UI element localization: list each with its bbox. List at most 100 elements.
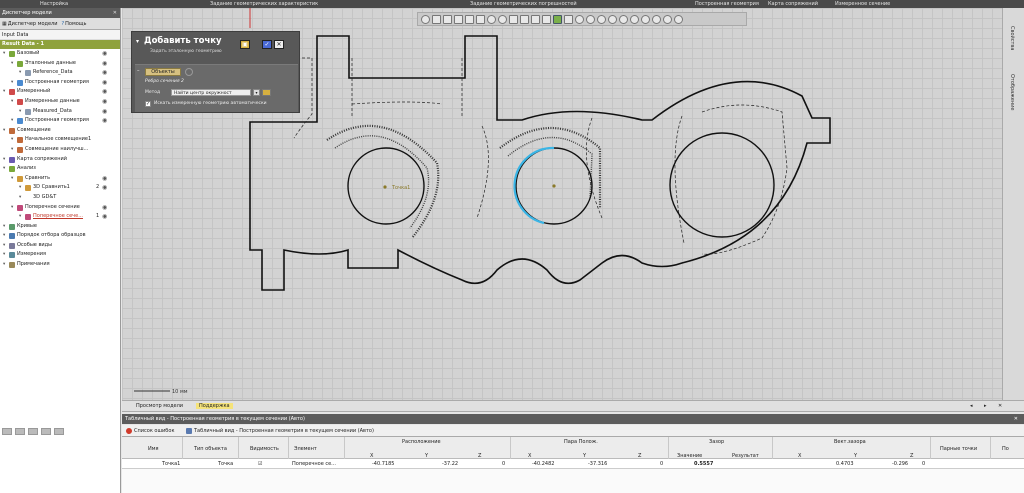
tree-item[interactable]: ▾ 3D GD&T	[0, 193, 120, 203]
visibility-eye-icon[interactable]: ◉	[102, 59, 107, 69]
tree-item[interactable]: ▾ Измеренные данные ◉	[0, 97, 120, 107]
expand-icon[interactable]: ▾	[3, 155, 5, 165]
tree-item[interactable]: ▾ 3D Сравнить1 2 ◉	[0, 183, 120, 193]
visibility-eye-icon[interactable]: ◉	[102, 68, 107, 78]
tree-item[interactable]: ▾ Поперечное сечение ◉	[0, 203, 120, 213]
tab-model-manager[interactable]: ▦ Диспетчер модели	[2, 21, 58, 27]
center-point-left[interactable]	[383, 185, 387, 189]
expand-icon[interactable]: ▾	[19, 107, 21, 117]
tree-item[interactable]: ▾ Базовый ◉	[0, 49, 120, 59]
expand-icon[interactable]: ▾	[3, 260, 5, 270]
tree-item[interactable]: ▾ Анализ	[0, 164, 120, 174]
input-data-header[interactable]: Input Data	[0, 30, 120, 40]
section-collapse-icon[interactable]: –	[137, 68, 140, 74]
visibility-eye-icon[interactable]: ◉	[102, 116, 107, 126]
panel-button-icon[interactable]	[41, 428, 51, 435]
menu-constructed-geometry[interactable]: Построенная геометрия	[695, 1, 759, 7]
tab-model-view[interactable]: Просмотр модели	[136, 403, 183, 409]
cancel-button[interactable]: ✕	[274, 40, 284, 49]
expand-icon[interactable]: ▾	[3, 87, 5, 97]
tree-item[interactable]: ▾ Измерения	[0, 250, 120, 260]
tree-item[interactable]: ▾ Порядок отбора образцов	[0, 231, 120, 241]
edge-field[interactable]: Ребро сечения 2	[145, 79, 184, 84]
confirm-button[interactable]: ✓	[262, 40, 272, 49]
expand-icon[interactable]: ▾	[11, 59, 13, 69]
expand-icon[interactable]: ▾	[11, 203, 13, 213]
menu-measured-section[interactable]: Измеренное сечение	[835, 1, 890, 7]
visibility-eye-icon[interactable]: ◉	[102, 174, 107, 184]
expand-icon[interactable]: ▾	[3, 241, 5, 251]
tab-error-list[interactable]: Список ошибок	[134, 428, 174, 434]
expand-icon[interactable]: ▾	[3, 250, 5, 260]
collapse-icon[interactable]: ▾	[136, 38, 139, 45]
column-header-visibility[interactable]: Видимость	[250, 446, 279, 452]
tab-help[interactable]: ? Помощь	[62, 21, 87, 27]
auto-search-checkbox[interactable]: ✓	[145, 101, 151, 107]
visibility-eye-icon[interactable]: ◉	[102, 212, 107, 222]
center-point-middle[interactable]	[552, 184, 556, 188]
tree-item[interactable]: ▾ Сравнить ◉	[0, 174, 120, 184]
tab-table-view[interactable]: Табличный вид - Построенная геометрия в …	[194, 428, 374, 434]
expand-icon[interactable]: ▾	[11, 135, 13, 145]
tree-item[interactable]: ▾ Примечания	[0, 260, 120, 270]
visibility-eye-icon[interactable]: ◉	[102, 87, 107, 97]
expand-icon[interactable]: ▾	[11, 78, 13, 88]
panel-button-icon[interactable]	[54, 428, 64, 435]
table-row[interactable]: Точка1 Точка ☑ Поперечное се... -40.7185…	[122, 459, 1024, 469]
scroll-left-icon[interactable]: ◂	[970, 403, 973, 409]
3d-viewport[interactable]: Точка1 10 мм ▾ Добавить точку Задать эта…	[122, 8, 1002, 400]
objects-options-icon[interactable]	[185, 68, 193, 76]
scroll-right-icon[interactable]: ▸	[984, 403, 987, 409]
tree-item[interactable]: ▾ Совмещение	[0, 126, 120, 136]
close-icon[interactable]: ✕	[113, 8, 117, 18]
column-header-paired-points[interactable]: Парные точки	[940, 446, 977, 452]
menu-mating-map[interactable]: Карта сопряжений	[768, 1, 818, 7]
close-icon[interactable]: ✕	[1014, 414, 1018, 424]
column-header-more[interactable]: По	[1002, 446, 1009, 452]
expand-icon[interactable]: ▾	[3, 231, 5, 241]
column-header-name[interactable]: Имя	[148, 446, 159, 452]
objects-tag[interactable]: Объекты	[145, 68, 181, 76]
expand-icon[interactable]: ▾	[19, 183, 21, 193]
column-header-element[interactable]: Элемент	[294, 446, 317, 452]
expand-icon[interactable]: ▾	[11, 116, 13, 126]
expand-icon[interactable]: ▾	[11, 145, 13, 155]
tree-item[interactable]: ▾ Поперечное сече... 1 ◉	[0, 212, 120, 222]
tree-item[interactable]: ▾ Measured_Data ◉	[0, 107, 120, 117]
expand-icon[interactable]: ▾	[3, 126, 5, 136]
column-header-object-type[interactable]: Тип объекта	[194, 446, 227, 452]
selected-edge-arc[interactable]	[513, 146, 555, 225]
menu-settings[interactable]: Настройка	[40, 1, 68, 7]
tree-item[interactable]: ▾ Совмещение наилучш...	[0, 145, 120, 155]
menu-geometric-tolerances[interactable]: Задание геометрических погрешностей	[470, 1, 577, 7]
panel-button-icon[interactable]	[2, 428, 12, 435]
close-icon[interactable]: ✕	[998, 403, 1002, 409]
expand-icon[interactable]: ▾	[19, 212, 21, 222]
visibility-eye-icon[interactable]: ◉	[102, 183, 107, 193]
tree-item[interactable]: ▾ Построенная геометрия ◉	[0, 116, 120, 126]
lock-icon[interactable]: ▣	[240, 40, 250, 49]
expand-icon[interactable]: ▾	[3, 49, 5, 59]
tree-item[interactable]: ▾ Карта сопряжений	[0, 155, 120, 165]
visibility-eye-icon[interactable]: ◉	[102, 49, 107, 59]
visibility-eye-icon[interactable]: ◉	[102, 107, 107, 117]
expand-icon[interactable]: ▾	[11, 97, 13, 107]
display-tab[interactable]: Отображение	[1009, 74, 1015, 110]
panel-button-icon[interactable]	[28, 428, 38, 435]
tree-item[interactable]: ▾ Reference_Data ◉	[0, 68, 120, 78]
expand-icon[interactable]: ▾	[3, 222, 5, 232]
menu-geometric-characteristics[interactable]: Задание геометрических характеристик	[210, 1, 318, 7]
visibility-checkbox[interactable]: ☑	[258, 461, 262, 467]
expand-icon[interactable]: ▾	[3, 164, 5, 174]
properties-tab[interactable]: Свойства	[1009, 26, 1015, 50]
result-data-header[interactable]: Result Data - 1	[0, 40, 120, 49]
tree-item[interactable]: ▾ Кривые	[0, 222, 120, 232]
lock-icon[interactable]	[262, 89, 271, 96]
tree-item[interactable]: ▾ Начальное совмещение1	[0, 135, 120, 145]
method-select[interactable]: Найти центр окружност	[171, 89, 251, 96]
dropdown-arrow-icon[interactable]: ▾	[253, 89, 260, 96]
panel-button-icon[interactable]	[15, 428, 25, 435]
visibility-eye-icon[interactable]: ◉	[102, 78, 107, 88]
expand-icon[interactable]: ▾	[11, 174, 13, 184]
expand-icon[interactable]: ▾	[19, 193, 21, 203]
